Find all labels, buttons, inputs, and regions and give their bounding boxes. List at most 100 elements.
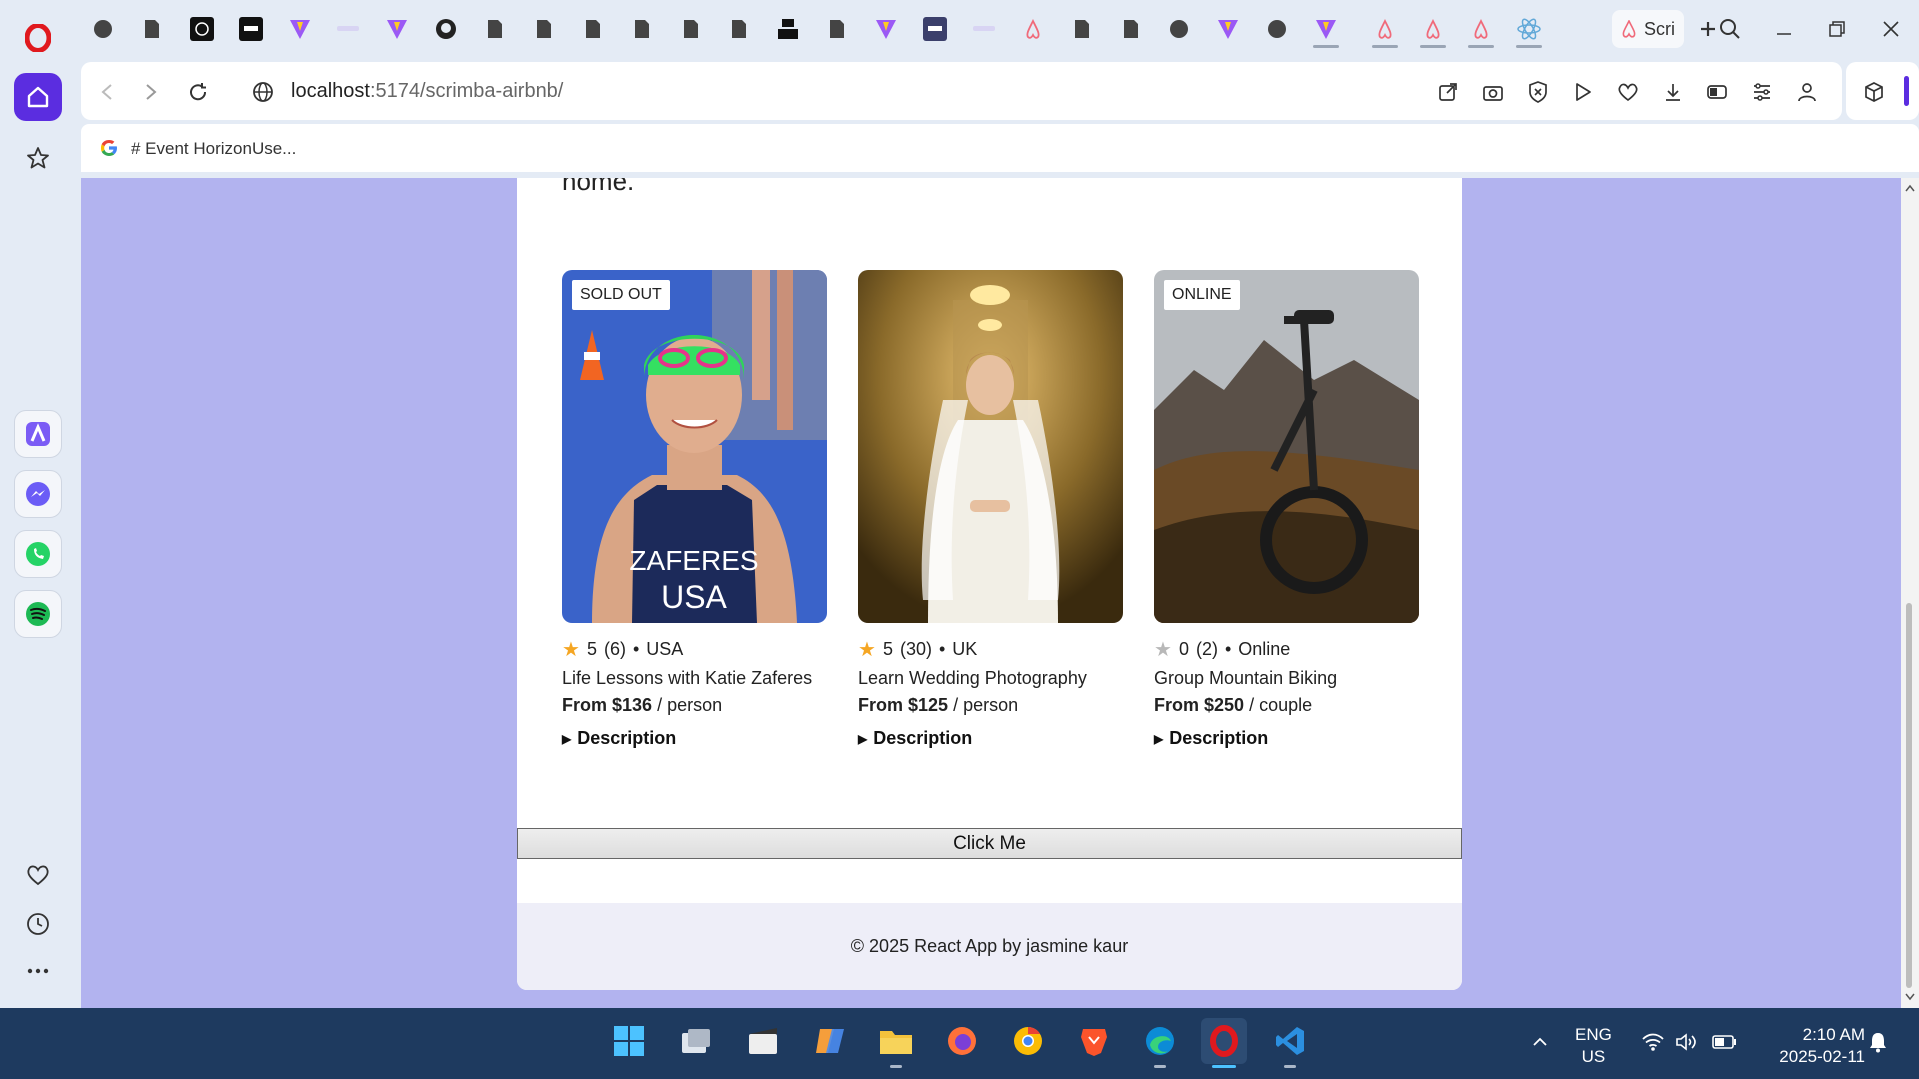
tab-dark-app-icon[interactable] <box>236 14 266 44</box>
sidebar-toggle-indicator[interactable] <box>1904 76 1909 106</box>
tray-overflow-chevron-icon[interactable] <box>1528 1030 1552 1054</box>
easy-setup-icon[interactable] <box>1748 78 1776 106</box>
snapshot-camera-icon[interactable] <box>1479 78 1507 106</box>
pinboards-icon[interactable] <box>14 134 62 182</box>
tab-file-icon[interactable] <box>480 14 510 44</box>
share-icon[interactable] <box>1434 78 1462 106</box>
volume-icon[interactable] <box>1675 1030 1699 1054</box>
opera-taskbar-icon[interactable] <box>1201 1018 1247 1068</box>
scroll-up-arrow-icon[interactable] <box>1905 184 1915 192</box>
url-field[interactable]: localhost:5174/scrimba-airbnb/ <box>291 80 563 103</box>
aria-icon[interactable] <box>14 410 62 458</box>
description-toggle[interactable]: ▶ Description <box>858 728 1123 749</box>
scroll-thumb[interactable] <box>1906 603 1912 988</box>
edge-icon[interactable] <box>1137 1018 1183 1068</box>
chrome-icon[interactable] <box>1005 1018 1051 1064</box>
page-scrollbar[interactable] <box>1901 178 1919 1008</box>
tab-globe-icon[interactable] <box>1262 14 1292 44</box>
tab-file-icon[interactable] <box>676 14 706 44</box>
tab-vite-icon[interactable] <box>1213 14 1243 44</box>
card-stats: ★ 0 (2) • Online <box>1154 637 1419 662</box>
task-view-icon[interactable] <box>673 1018 719 1064</box>
windows-start-icon[interactable] <box>606 1018 652 1064</box>
battery-saver-icon[interactable] <box>1703 78 1731 106</box>
brave-icon[interactable] <box>1071 1018 1117 1064</box>
more-icon[interactable] <box>14 947 62 995</box>
page-footer: © 2025 React App by jasmine kaur <box>517 903 1462 990</box>
history-icon[interactable] <box>14 900 62 948</box>
extensions-cube-icon[interactable] <box>1860 78 1888 106</box>
firefox-icon[interactable] <box>939 1018 985 1064</box>
tab-airbnb-icon[interactable] <box>1466 14 1496 48</box>
profile-icon[interactable] <box>1793 78 1821 106</box>
home-icon[interactable] <box>14 73 62 121</box>
tab-file-icon[interactable] <box>529 14 559 44</box>
experience-card[interactable]: ONLINE ★ 0 (2) • Online Group Mountain B… <box>1154 270 1419 749</box>
tab-globe-icon[interactable] <box>1164 14 1194 44</box>
search-icon[interactable] <box>1714 14 1746 44</box>
tab-react-icon[interactable] <box>1514 14 1544 48</box>
video-editor-icon[interactable] <box>740 1018 786 1064</box>
forward-icon[interactable] <box>137 78 165 106</box>
tab-file-icon[interactable] <box>627 14 657 44</box>
tab-vite-icon[interactable] <box>382 14 412 44</box>
site-info-globe-icon[interactable] <box>249 78 277 106</box>
clock-time: 2:10 AM <box>1802 1025 1865 1044</box>
description-toggle[interactable]: ▶ Description <box>562 728 827 749</box>
copilot-icon[interactable] <box>807 1018 853 1064</box>
review-count: (2) <box>1195 639 1218 659</box>
tab-vite-icon[interactable] <box>285 14 315 44</box>
bookmark-item[interactable]: # Event HorizonUse... <box>131 139 296 159</box>
separator: • <box>938 639 946 659</box>
heart-icon[interactable] <box>14 851 62 899</box>
tab-faded-icon[interactable] <box>969 14 999 44</box>
file-explorer-icon[interactable] <box>873 1018 919 1068</box>
tab-pixel-app-icon[interactable] <box>773 14 803 44</box>
tab-dark-app-icon[interactable] <box>187 14 217 44</box>
card-title: Life Lessons with Katie Zaferes <box>562 668 813 688</box>
click-me-button[interactable]: Click Me <box>517 828 1462 859</box>
tab-file-icon[interactable] <box>137 14 167 44</box>
tab-airbnb-icon[interactable] <box>1370 14 1400 48</box>
battery-icon[interactable] <box>1712 1030 1736 1054</box>
tab-github-icon[interactable] <box>431 14 461 44</box>
close-icon[interactable] <box>1875 14 1907 44</box>
airbnb-icon <box>1622 20 1636 38</box>
tab-file-icon[interactable] <box>822 14 852 44</box>
tab-file-icon[interactable] <box>1067 14 1097 44</box>
vscode-icon[interactable] <box>1267 1018 1313 1068</box>
tab-file-icon[interactable] <box>578 14 608 44</box>
tab-airbnb-icon[interactable] <box>1018 14 1048 44</box>
download-icon[interactable] <box>1659 78 1687 106</box>
play-icon[interactable] <box>1569 78 1597 106</box>
description-toggle[interactable]: ▶ Description <box>1154 728 1419 749</box>
experience-card[interactable]: ZAFERES USA SOLD OUT ★ 5 (6) • USA Life … <box>562 270 827 749</box>
page-container: home. ZAFERES USA SOLD OUT ★ 5 (6) • USA… <box>517 178 1462 990</box>
opera-logo-icon[interactable] <box>14 14 62 62</box>
scroll-down-arrow-icon[interactable] <box>1905 993 1915 1001</box>
experience-card[interactable]: ★ 5 (30) • UK Learn Wedding Photography … <box>858 270 1123 749</box>
messenger-icon[interactable] <box>14 470 62 518</box>
card-price: From $125 / person <box>858 695 1123 716</box>
minimize-icon[interactable] <box>1768 14 1800 44</box>
tab-active[interactable]: Scri <box>1612 10 1684 48</box>
tab-file-icon[interactable] <box>1116 14 1146 44</box>
tab-faded-icon[interactable] <box>333 14 363 44</box>
restore-icon[interactable] <box>1821 14 1853 44</box>
system-clock[interactable]: 2:10 AM 2025-02-11 <box>1755 1024 1865 1068</box>
spotify-icon[interactable] <box>14 590 62 638</box>
tab-globe-icon[interactable] <box>88 14 118 44</box>
wifi-icon[interactable] <box>1641 1030 1665 1054</box>
back-icon[interactable] <box>93 78 121 106</box>
tab-vite-icon[interactable] <box>1311 14 1341 48</box>
tab-app-icon[interactable] <box>920 14 950 44</box>
reload-icon[interactable] <box>184 78 212 106</box>
whatsapp-icon[interactable] <box>14 530 62 578</box>
notification-bell-icon[interactable] <box>1866 1030 1890 1054</box>
adblock-shield-icon[interactable] <box>1524 78 1552 106</box>
tab-airbnb-icon[interactable] <box>1418 14 1448 48</box>
input-language[interactable]: ENG US <box>1575 1024 1612 1068</box>
tab-vite-icon[interactable] <box>871 14 901 44</box>
tab-file-icon[interactable] <box>724 14 754 44</box>
bookmark-heart-icon[interactable] <box>1614 78 1642 106</box>
